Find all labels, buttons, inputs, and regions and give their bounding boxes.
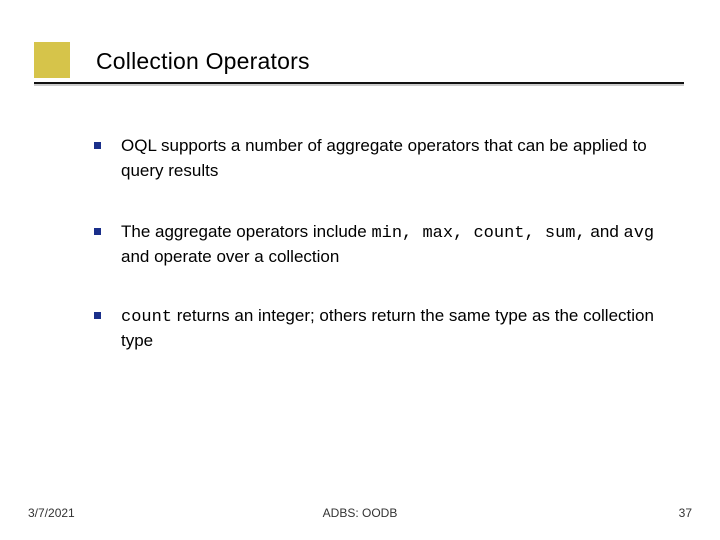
text-mid: OQL supports a number of aggregate opera… bbox=[121, 136, 647, 180]
slide-title: Collection Operators bbox=[96, 48, 310, 75]
text-pre: The aggregate operators include bbox=[121, 222, 371, 241]
code-span: count bbox=[121, 308, 172, 327]
square-bullet-icon bbox=[94, 142, 101, 149]
square-bullet-icon bbox=[94, 228, 101, 235]
text-post: and operate over a collection bbox=[121, 247, 339, 266]
body: OQL supports a number of aggregate opera… bbox=[94, 135, 684, 391]
title-rule-shadow bbox=[34, 84, 684, 86]
bullet-text: The aggregate operators include min, max… bbox=[121, 221, 684, 269]
list-item: count returns an integer; others return … bbox=[94, 305, 684, 355]
text-mid: returns an integer; others return the sa… bbox=[121, 306, 654, 350]
bullet-text: OQL supports a number of aggregate opera… bbox=[121, 135, 684, 185]
list-item: The aggregate operators include min, max… bbox=[94, 221, 684, 269]
code-span: avg bbox=[624, 224, 655, 243]
slide: Collection Operators OQL supports a numb… bbox=[0, 0, 720, 540]
footer-page: 37 bbox=[679, 506, 692, 520]
bullet-text: count returns an integer; others return … bbox=[121, 305, 684, 355]
accent-box bbox=[34, 42, 70, 78]
footer-center: ADBS: OODB bbox=[0, 506, 720, 520]
text-mid: and bbox=[586, 222, 624, 241]
code-span: min, max, count, sum, bbox=[371, 224, 585, 243]
list-item: OQL supports a number of aggregate opera… bbox=[94, 135, 684, 185]
square-bullet-icon bbox=[94, 312, 101, 319]
